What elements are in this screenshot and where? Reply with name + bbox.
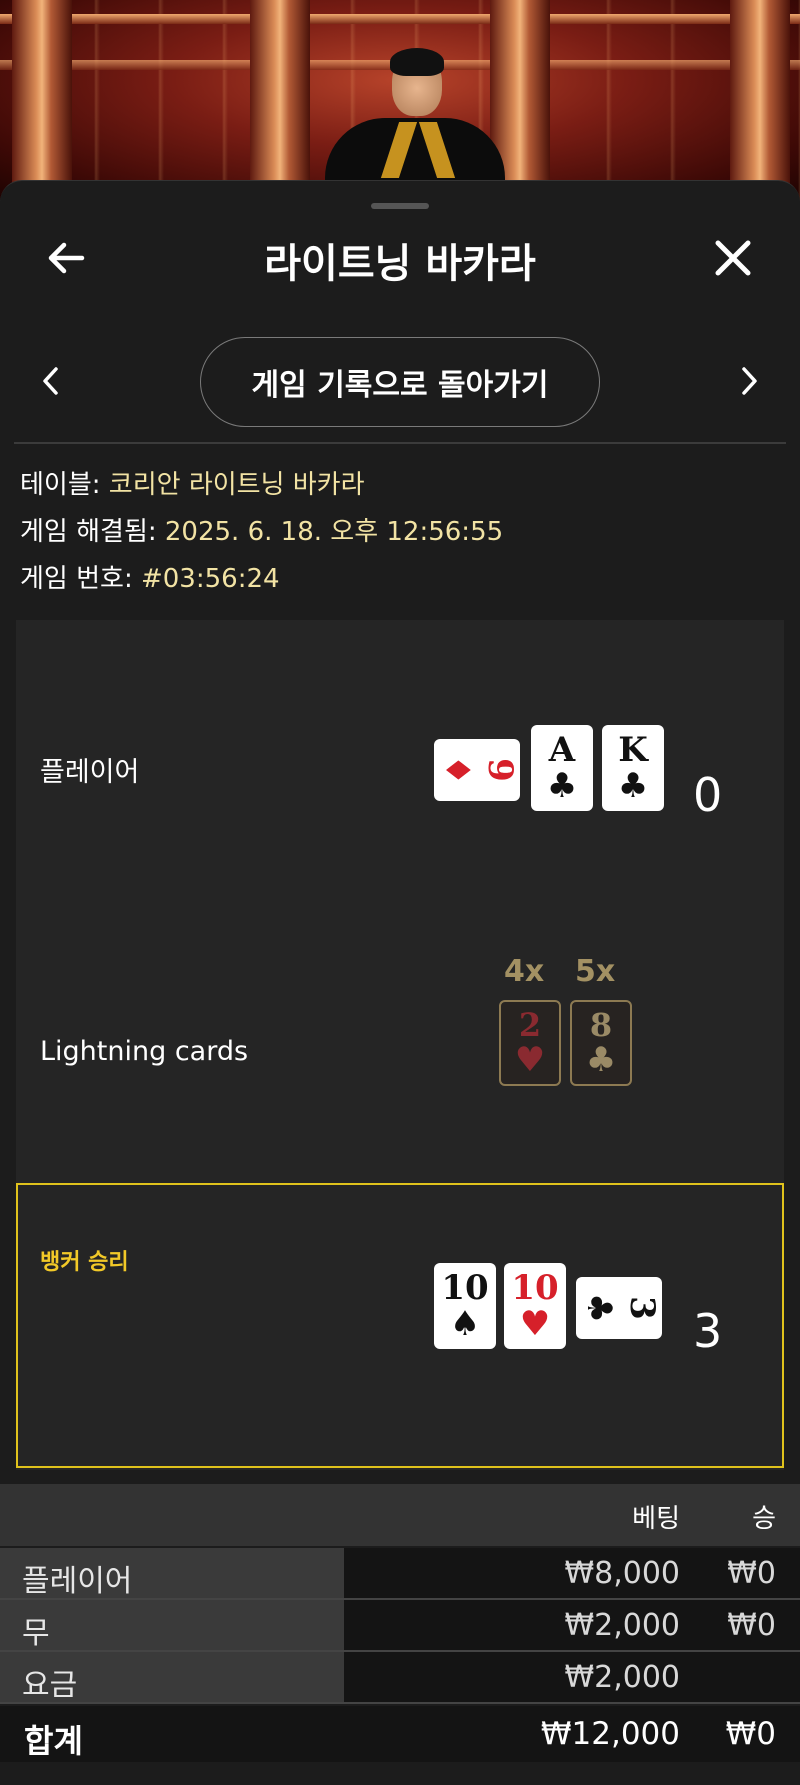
card-suit: ♠ [449,1304,481,1344]
card-suit: ♥ [514,1040,546,1080]
win-amount: ₩0 [727,1608,776,1643]
close-button[interactable] [708,233,758,283]
resolved-value: 2025. 6. 18. 오후 12:56:55 [164,517,504,547]
total-bet: ₩12,000 [540,1716,680,1752]
chevron-left-icon [43,367,58,395]
bet-type-label: 무 [22,1616,50,1651]
banker-card-3: 3 ♣ [576,1277,662,1339]
table-value: 코리안 라이트닝 바카라 [108,470,365,500]
banker-card-1: 10 ♠ [434,1263,496,1349]
card-suit: ♥ [519,1304,551,1344]
lightning-multiplier-1: 4x [504,954,545,989]
page-title: 라이트닝 바카라 [264,241,536,287]
table-label: 테이블: [20,470,101,500]
chevron-right-icon [742,367,757,395]
total-label: 합계 [24,1722,83,1760]
lightning-card-2: 8 ♣ [570,1000,632,1086]
resolved-info: 게임 해결됨: 2025. 6. 18. 오후 12:56:55 [20,511,503,548]
decor-pillar [250,0,310,200]
bets-table-header: 베팅 승 [0,1484,800,1546]
card-rank: K [618,730,648,770]
game-number-label: 게임 번호: [20,564,133,594]
bet-amount: ₩2,000 [564,1608,680,1643]
card-suit: ♣ [546,766,578,806]
total-row: 합계 ₩12,000 ₩0 [0,1706,800,1762]
card-rank: 2 [518,1006,542,1044]
game-number-value: #03:56:24 [140,564,280,594]
decor-beam [0,14,800,24]
bet-amount: ₩2,000 [564,1660,680,1695]
column-win: 승 [752,1504,776,1534]
card-rank: 10 [511,1268,559,1308]
return-to-history-button[interactable]: 게임 기록으로 돌아가기 [200,337,600,427]
card-suit: ♣ [579,1292,620,1324]
divider [14,442,786,444]
card-rank: 10 [441,1268,489,1308]
lightning-multiplier-2: 5x [575,954,616,989]
previous-game-button[interactable] [36,361,66,401]
resolved-label: 게임 해결됨: [20,517,157,547]
live-video-feed [0,0,800,200]
card-rank: 3 [622,1296,663,1320]
table-row: 무 ₩2,000 ₩0 [0,1600,800,1652]
decor-pillar [730,0,790,200]
game-history-sheet: 라이트닝 바카라 게임 기록으로 돌아가기 테이블: 코리안 라이트닝 바카라 … [0,180,800,1785]
card-rank: 8 [589,1006,613,1044]
lightning-card-1: 2 ♥ [499,1000,561,1086]
decor-pillar [12,0,72,200]
close-icon [715,240,751,276]
card-suit: ♣ [617,766,649,806]
game-number-info: 게임 번호: #03:56:24 [20,558,280,595]
card-suit: ♣ [585,1040,617,1080]
win-amount: ₩0 [727,1556,776,1591]
lightning-cards-label: Lightning cards [40,1036,249,1067]
banker-score: 3 [693,1304,723,1358]
player-card-2: A ♣ [531,725,593,811]
player-card-1: 9 ♦ [434,739,520,801]
player-card-3: K ♣ [602,725,664,811]
player-score: 0 [693,768,723,822]
table-info: 테이블: 코리안 라이트닝 바카라 [20,464,365,501]
bet-type-label: 플레이어 [22,1564,133,1599]
dealer-figure [310,40,505,200]
banker-card-2: 10 ♥ [504,1263,566,1349]
total-win: ₩0 [725,1716,776,1752]
result-panel: 플레이어 9 ♦ A ♣ K ♣ 0 Lightning cards 4x 5x… [16,620,784,1470]
table-row: 요금 ₩2,000 [0,1652,800,1704]
card-rank: 9 [480,758,521,782]
drag-handle[interactable] [371,203,429,209]
next-game-button[interactable] [734,361,764,401]
column-bet: 베팅 [632,1504,680,1534]
table-row: 플레이어 ₩8,000 ₩0 [0,1548,800,1600]
bet-amount: ₩8,000 [564,1556,680,1591]
card-rank: A [548,730,576,770]
player-label: 플레이어 [40,757,140,788]
banker-win-highlight [16,1183,784,1468]
bet-type-label: 요금 [22,1668,78,1703]
card-suit: ♦ [437,754,478,786]
banker-win-label: 뱅커 승리 [40,1250,129,1275]
